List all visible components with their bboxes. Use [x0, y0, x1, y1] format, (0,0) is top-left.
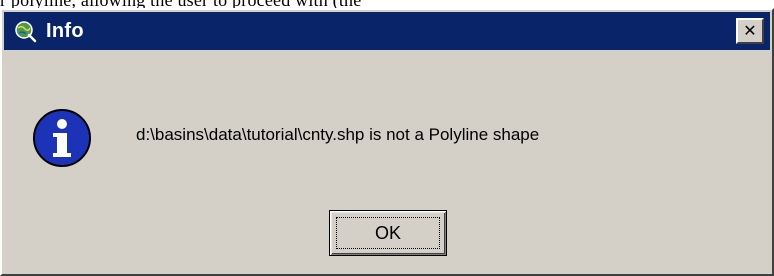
ok-button[interactable]: OK — [329, 210, 447, 256]
title-bar[interactable]: Info ✕ — [4, 12, 770, 50]
information-icon — [32, 108, 92, 168]
dialog-title: Info — [46, 19, 84, 42]
arcview-globe-icon — [12, 18, 38, 44]
cropped-document-text: r polyline, allowing the user to proceed… — [0, 0, 774, 8]
close-icon: ✕ — [743, 21, 757, 40]
close-button[interactable]: ✕ — [736, 18, 764, 44]
info-dialog: Info ✕ d:\basins\data\tutorial\cnty.shp … — [0, 8, 774, 276]
cropped-text-line: r polyline, allowing the user to proceed… — [0, 0, 361, 8]
dialog-message: d:\basins\data\tutorial\cnty.shp is not … — [136, 125, 540, 144]
ok-button-label: OK — [374, 222, 401, 243]
